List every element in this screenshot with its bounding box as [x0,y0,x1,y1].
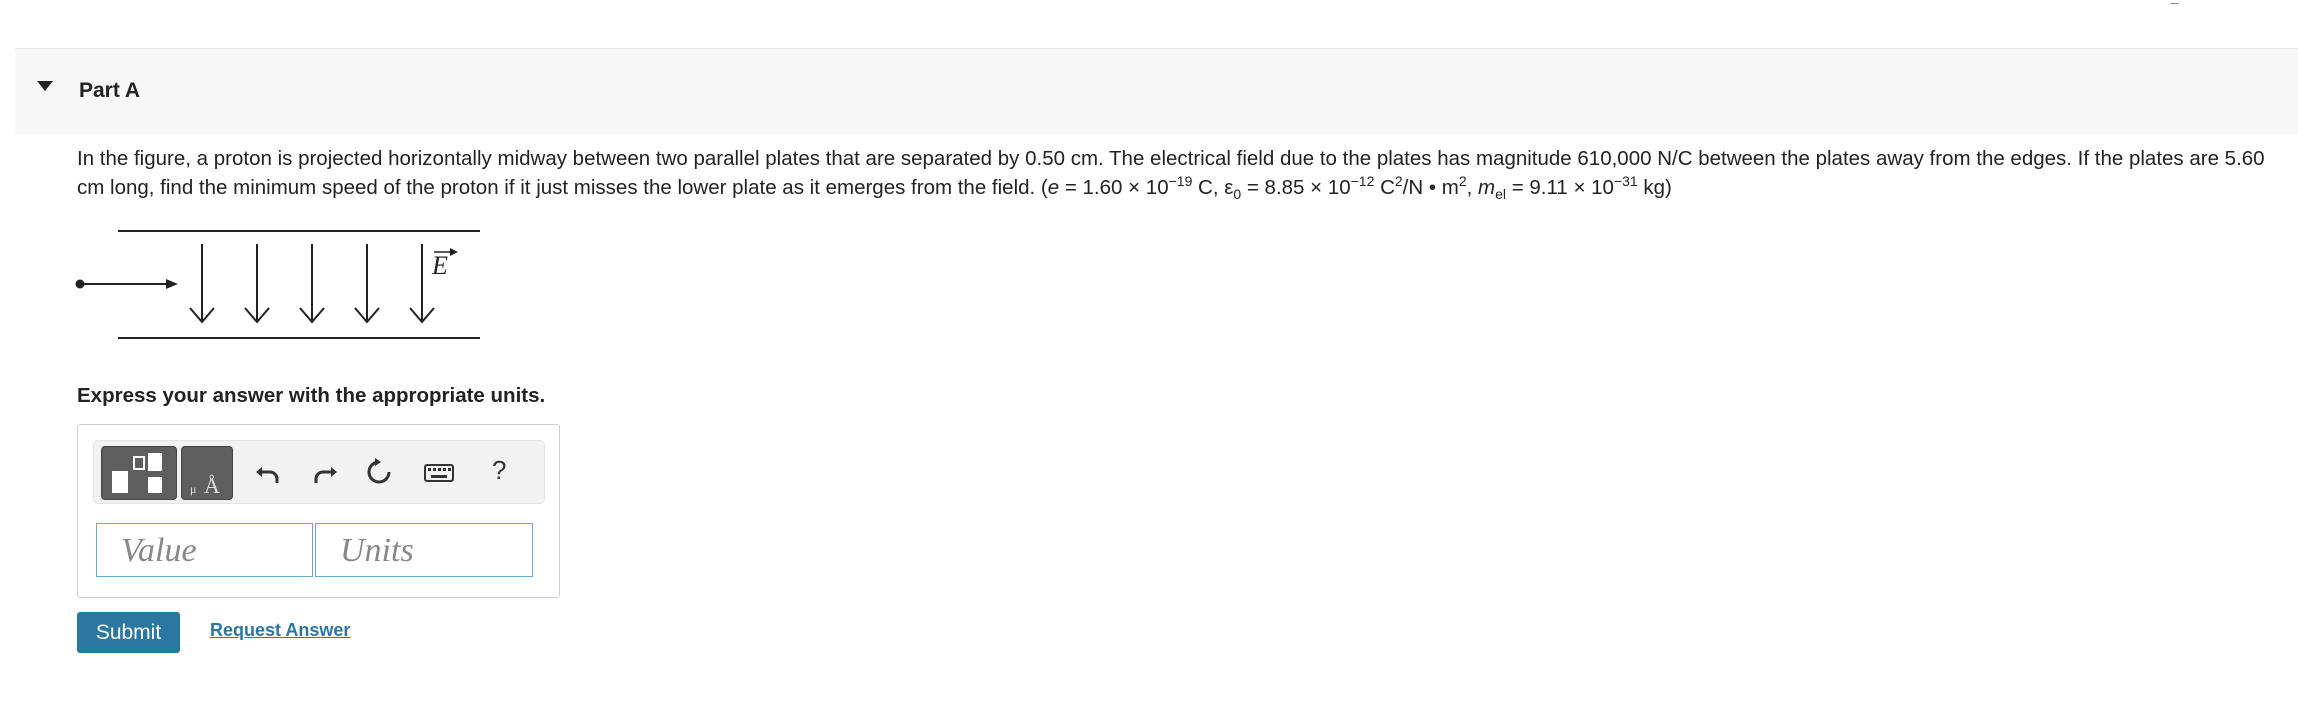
corner-mark [2170,0,2182,4]
caret-down-icon[interactable] [37,81,53,91]
part-title: Part A [79,79,141,102]
parallel-plates-figure: E [70,222,490,348]
redo-icon[interactable] [309,457,339,487]
field-arrows [189,244,435,324]
answer-box: μ Å ? Value Units [77,424,560,598]
part-header[interactable]: Part A [15,49,2298,134]
template-icon [112,453,162,493]
submit-button[interactable]: Submit [77,612,180,653]
value-input[interactable]: Value [96,523,313,577]
request-answer-link[interactable]: Request Answer [210,620,350,641]
help-button[interactable]: ? [492,455,506,486]
units-icon: μ Å [190,473,220,498]
reset-icon[interactable] [364,457,394,487]
units-button[interactable]: μ Å [181,446,233,500]
template-button[interactable] [101,446,177,500]
svg-text:Å: Å [204,473,220,498]
units-input[interactable]: Units [315,523,533,577]
instruction-text: Express your answer with the appropriate… [77,384,546,407]
problem-text: In the figure, a proton is projected hor… [77,147,2265,203]
undo-icon[interactable] [254,457,284,487]
field-label: E [431,251,448,280]
keyboard-icon[interactable] [424,457,454,487]
math-toolbar: μ Å ? [93,440,545,504]
svg-text:μ: μ [190,482,196,496]
